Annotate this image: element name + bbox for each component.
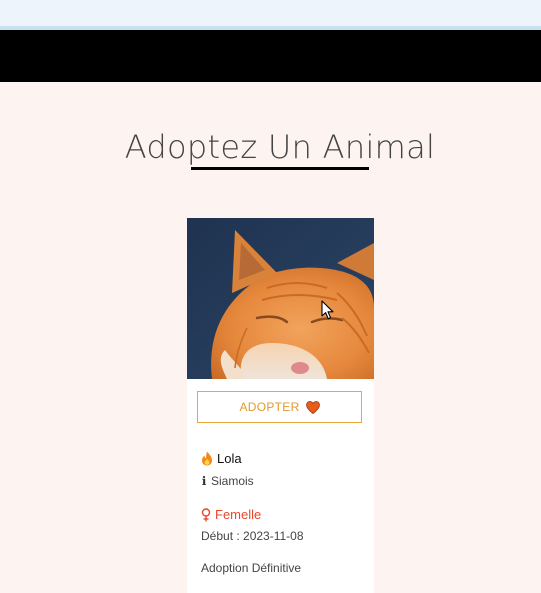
pet-name-text: Lola (217, 451, 242, 466)
site-header (0, 30, 541, 82)
fire-icon (202, 451, 212, 466)
page-title: Adoptez Un Animal (124, 128, 436, 166)
pet-start-date: Début : 2023-11-08 (201, 529, 304, 543)
pet-card: ADOPTER Lola ℹ Siamois Femelle Début : 2… (187, 218, 374, 593)
mouse-cursor-icon (321, 300, 334, 320)
pet-breed: ℹ Siamois (201, 474, 254, 488)
pet-gender-text: Femelle (215, 507, 262, 522)
info-icon: ℹ (201, 474, 207, 488)
female-icon (201, 507, 211, 521)
browser-strip (0, 0, 541, 30)
heart-icon (305, 400, 320, 414)
title-underline (191, 167, 369, 170)
adoption-type: Adoption Définitive (201, 561, 302, 575)
pet-name: Lola (201, 451, 242, 466)
adopt-button[interactable]: ADOPTER (197, 391, 362, 423)
pet-breed-text: Siamois (211, 474, 254, 488)
pet-gender: Femelle (201, 507, 261, 522)
adopt-button-label: ADOPTER (239, 400, 300, 414)
pet-photo (187, 218, 374, 379)
